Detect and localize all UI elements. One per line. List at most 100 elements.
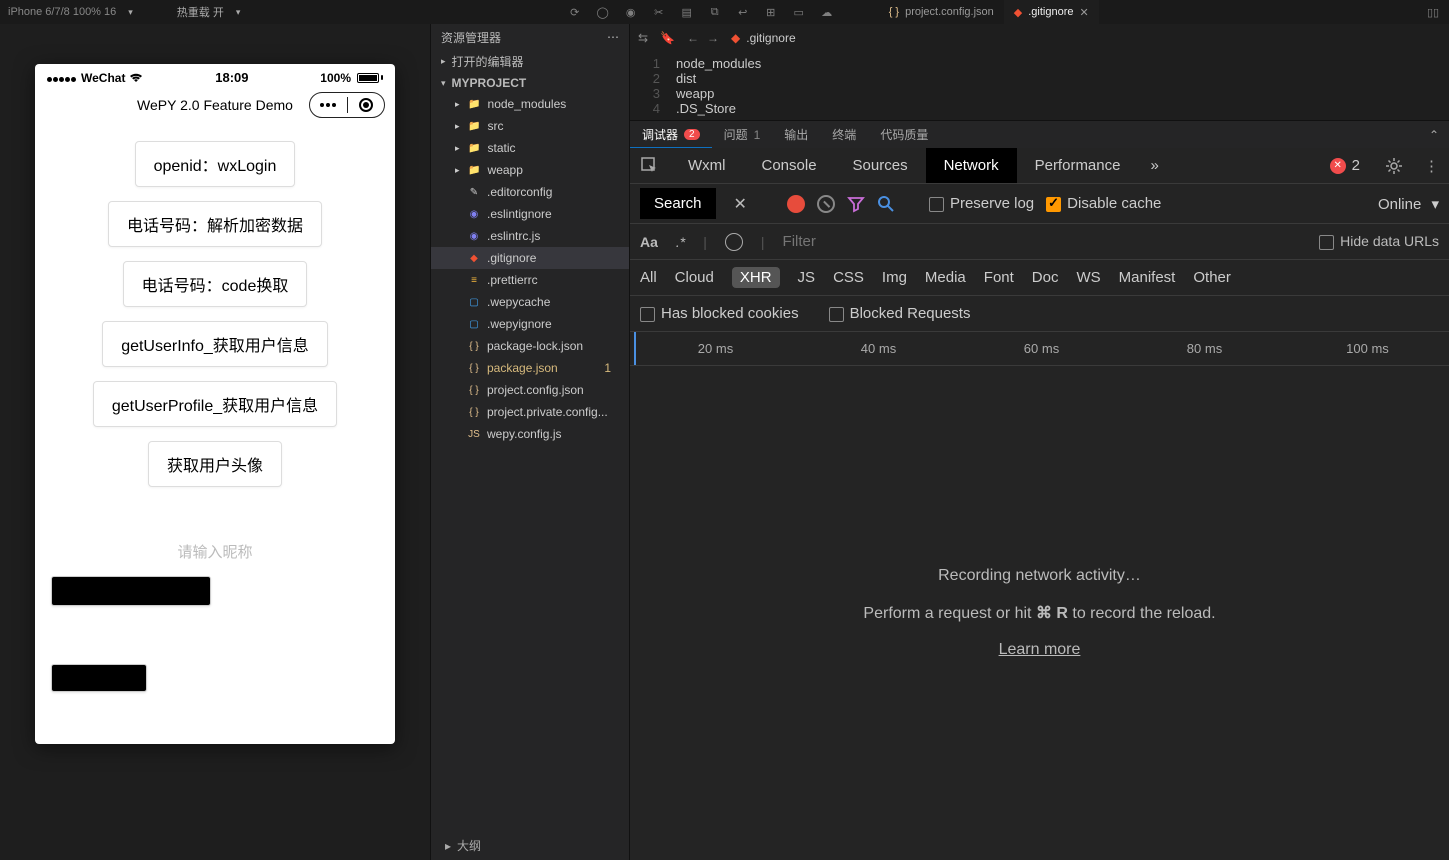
demo-button-avatar[interactable]: 获取用户头像	[148, 441, 282, 487]
search-icon[interactable]	[877, 195, 895, 213]
dropdown-icon[interactable]: ▾	[128, 7, 133, 18]
tree-item--editorconfig[interactable]: ✎.editorconfig	[431, 181, 629, 203]
type-filter-other[interactable]: Other	[1193, 269, 1231, 286]
panel-tab-code-quality[interactable]: 代码质量	[868, 121, 940, 148]
devtools-tab-network[interactable]: Network	[926, 148, 1017, 183]
demo-button-phone-code[interactable]: 电话号码：code换取	[123, 261, 308, 307]
eye-icon[interactable]: ◉	[623, 4, 639, 20]
learn-more-link[interactable]: Learn more	[999, 641, 1081, 659]
tree-item-project-private-config-[interactable]: { }project.private.config...	[431, 401, 629, 423]
type-filter-ws[interactable]: WS	[1076, 269, 1100, 286]
editor-tab-project-config[interactable]: { } project.config.json	[879, 0, 1004, 24]
breadcrumb-file[interactable]: ◆ .gitignore	[731, 31, 796, 45]
record-icon[interactable]	[787, 195, 805, 213]
layout-icon[interactable]: ▤	[679, 4, 695, 20]
blocked-requests-toggle[interactable]: Blocked Requests	[829, 305, 971, 322]
panel-tab-terminal[interactable]: 终端	[820, 121, 868, 148]
tree-item-project-config-json[interactable]: { }project.config.json	[431, 379, 629, 401]
grid-icon[interactable]: ⊞	[763, 4, 779, 20]
panel-icon[interactable]: ▭	[791, 4, 807, 20]
error-indicator[interactable]: ✕ 2	[1330, 157, 1360, 174]
type-filter-manifest[interactable]: Manifest	[1119, 269, 1176, 286]
demo-button-phone-decrypt[interactable]: 电话号码：解析加密数据	[108, 201, 322, 247]
panel-tab-problems[interactable]: 问题 1	[712, 121, 773, 148]
demo-button-getuserprofile[interactable]: getUserProfile_获取用户信息	[93, 381, 337, 427]
type-filter-img[interactable]: Img	[882, 269, 907, 286]
devtools-tab-wxml[interactable]: Wxml	[670, 148, 744, 183]
hide-data-urls-toggle[interactable]: Hide data URLs	[1319, 233, 1439, 250]
tree-item-src[interactable]: ▸📁src	[431, 115, 629, 137]
chevron-up-icon[interactable]: ⌃	[1419, 128, 1449, 142]
cloud-icon[interactable]: ☁	[819, 4, 835, 20]
blocked-cookies-toggle[interactable]: Has blocked cookies	[640, 305, 799, 322]
circle-icon[interactable]: ◯	[595, 4, 611, 20]
refresh-icon[interactable]	[725, 233, 743, 251]
filter-icon[interactable]	[847, 195, 865, 213]
outline-section[interactable]: ▸ 大纲	[431, 831, 629, 860]
disable-cache-toggle[interactable]: Disable cache	[1046, 195, 1161, 212]
code-editor[interactable]: 1node_modules2dist3weapp4.DS_Store	[630, 52, 1449, 120]
tree-item--prettierrc[interactable]: ≡.prettierrc	[431, 269, 629, 291]
devtools-tab-console[interactable]: Console	[744, 148, 835, 183]
close-icon[interactable]: ✕	[1080, 6, 1089, 19]
tree-item--eslintignore[interactable]: ◉.eslintignore	[431, 203, 629, 225]
tree-item-package-lock-json[interactable]: { }package-lock.json	[431, 335, 629, 357]
type-filter-all[interactable]: All	[640, 269, 657, 286]
tree-item-node-modules[interactable]: ▸📁node_modules	[431, 93, 629, 115]
preserve-log-toggle[interactable]: Preserve log	[929, 195, 1034, 212]
tree-item--wepycache[interactable]: ▢.wepycache	[431, 291, 629, 313]
more-icon[interactable]: ⋯	[607, 30, 619, 44]
capsule-close-icon[interactable]	[348, 98, 385, 112]
tree-item-package-json[interactable]: { }package.json1	[431, 357, 629, 379]
back-icon[interactable]: ↩	[735, 4, 751, 20]
open-editors-section[interactable]: ▸ 打开的编辑器	[431, 50, 629, 73]
capsule-menu[interactable]	[309, 92, 385, 118]
throttle-select[interactable]: Online ▾	[1378, 195, 1439, 213]
secondary-box[interactable]	[51, 664, 147, 692]
type-filter-media[interactable]: Media	[925, 269, 966, 286]
type-filter-font[interactable]: Font	[984, 269, 1014, 286]
tree-item-weapp[interactable]: ▸📁weapp	[431, 159, 629, 181]
capsule-more-icon[interactable]	[310, 103, 347, 107]
copy-icon[interactable]: ⧉	[707, 4, 723, 20]
compare-icon[interactable]: ⇆	[638, 31, 648, 45]
type-filter-css[interactable]: CSS	[833, 269, 864, 286]
type-filter-doc[interactable]: Doc	[1032, 269, 1059, 286]
filter-input[interactable]	[783, 233, 1302, 250]
nickname-placeholder[interactable]: 请输入昵称	[177, 541, 252, 562]
tree-item--gitignore[interactable]: ◆.gitignore	[431, 247, 629, 269]
clear-icon[interactable]	[817, 195, 835, 213]
demo-button-getuserinfo[interactable]: getUserInfo_获取用户信息	[102, 321, 328, 367]
panel-tab-debugger[interactable]: 调试器 2	[630, 121, 712, 148]
cut-icon[interactable]: ✂	[651, 4, 667, 20]
demo-button-openid[interactable]: openid：wxLogin	[135, 141, 296, 187]
network-timeline[interactable]: 20 ms40 ms60 ms80 ms100 ms	[630, 332, 1449, 366]
nickname-input-box[interactable]	[51, 576, 211, 606]
panel-tab-output[interactable]: 输出	[772, 121, 820, 148]
tree-item-wepy-config-js[interactable]: JSwepy.config.js	[431, 423, 629, 445]
dropdown-icon[interactable]: ▾	[236, 7, 241, 18]
refresh-icon[interactable]: ⟳	[567, 4, 583, 20]
file-icon: 📁	[468, 119, 482, 133]
kebab-icon[interactable]: ⋮	[1414, 157, 1449, 175]
nav-back-icon[interactable]: ←	[687, 31, 699, 45]
devtools-tab-sources[interactable]: Sources	[835, 148, 926, 183]
bookmark-icon[interactable]: 🔖	[660, 31, 675, 45]
type-filter-cloud[interactable]: Cloud	[675, 269, 714, 286]
tree-item-static[interactable]: ▸📁static	[431, 137, 629, 159]
close-icon[interactable]: ✕	[728, 194, 753, 214]
more-tabs-icon[interactable]: »	[1138, 157, 1170, 174]
regex-icon[interactable]: .*	[676, 234, 685, 250]
editor-tab-gitignore[interactable]: ◆ .gitignore ✕	[1004, 0, 1099, 24]
match-case-icon[interactable]: Aa	[640, 234, 658, 250]
devtools-tab-performance[interactable]: Performance	[1017, 148, 1139, 183]
tree-item--wepyignore[interactable]: ▢.wepyignore	[431, 313, 629, 335]
split-icon[interactable]: ▯▯	[1425, 4, 1441, 20]
tree-item--eslintrc-js[interactable]: ◉.eslintrc.js	[431, 225, 629, 247]
type-filter-js[interactable]: JS	[798, 269, 816, 286]
settings-icon[interactable]	[1374, 156, 1414, 176]
nav-forward-icon[interactable]: →	[707, 31, 719, 45]
type-filter-xhr[interactable]: XHR	[732, 267, 780, 288]
project-section[interactable]: ▾ MYPROJECT	[431, 73, 629, 93]
inspect-icon[interactable]	[630, 157, 670, 175]
